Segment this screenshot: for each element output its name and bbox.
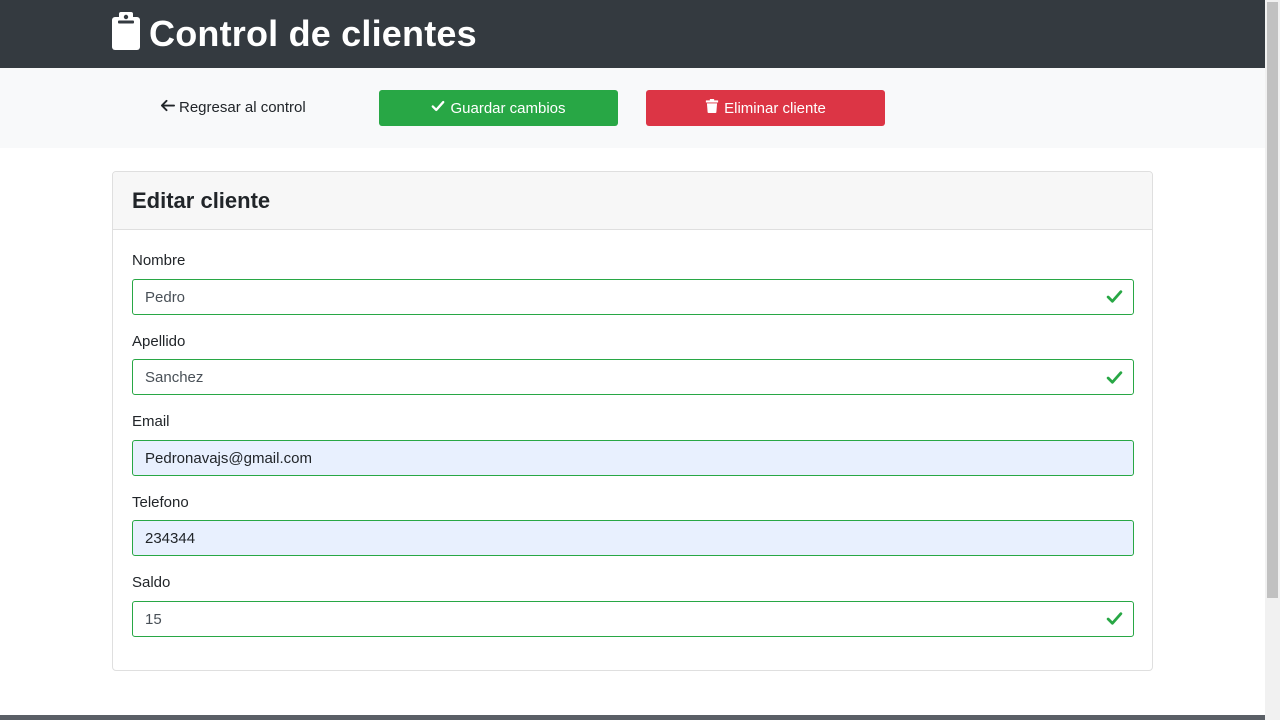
clipboard-icon bbox=[112, 12, 149, 55]
apellido-input[interactable] bbox=[132, 359, 1134, 395]
delete-button[interactable]: Eliminar cliente bbox=[646, 90, 885, 126]
apellido-label: Apellido bbox=[132, 333, 186, 350]
check-icon bbox=[431, 99, 450, 117]
valid-check-icon bbox=[1106, 369, 1123, 386]
scrollbar[interactable] bbox=[1265, 0, 1280, 720]
save-button[interactable]: Guardar cambios bbox=[379, 90, 618, 126]
toolbar: Regresar al control Guardar cambios Elim… bbox=[0, 68, 1265, 148]
valid-check-icon bbox=[1106, 288, 1123, 305]
nombre-label: Nombre bbox=[132, 252, 186, 269]
save-button-label: Guardar cambios bbox=[450, 99, 566, 117]
brand[interactable]: Control de clientes bbox=[112, 12, 477, 55]
scrollbar-thumb[interactable] bbox=[1267, 2, 1278, 598]
edit-client-card: Editar cliente Nombre Apellido Email Tel… bbox=[112, 171, 1153, 671]
telefono-input[interactable] bbox=[132, 520, 1134, 556]
valid-check-icon bbox=[1106, 610, 1123, 627]
email-label: Email bbox=[132, 413, 170, 430]
back-link[interactable]: Regresar al control bbox=[160, 98, 306, 117]
arrow-left-icon bbox=[160, 98, 179, 117]
saldo-label: Saldo bbox=[132, 574, 171, 591]
navbar: Control de clientes bbox=[0, 0, 1265, 68]
card-header: Editar cliente bbox=[113, 172, 1152, 230]
telefono-label: Telefono bbox=[132, 494, 189, 511]
email-input[interactable] bbox=[132, 440, 1134, 476]
back-link-label: Regresar al control bbox=[179, 99, 306, 116]
card-title: Editar cliente bbox=[132, 187, 271, 213]
delete-button-label: Eliminar cliente bbox=[724, 99, 826, 117]
trash-icon bbox=[705, 99, 724, 117]
saldo-input[interactable] bbox=[132, 601, 1134, 637]
page-title: Control de clientes bbox=[149, 12, 477, 54]
footer-edge bbox=[0, 715, 1265, 720]
nombre-input[interactable] bbox=[132, 279, 1134, 315]
